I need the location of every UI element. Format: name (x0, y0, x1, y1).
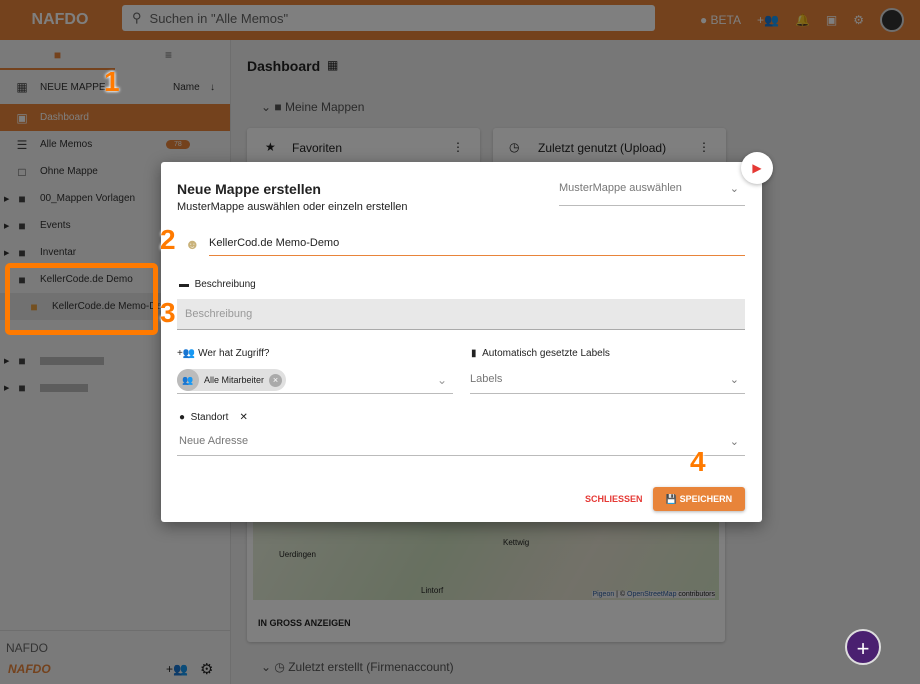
description-label: ▬ Beschreibung (179, 279, 256, 290)
location-label: ● Standort ✕ (179, 412, 248, 423)
access-label: +👥 Wer hat Zugriff? (177, 348, 270, 359)
location-pin-icon: ● (179, 412, 186, 423)
annotation-4: 4 (690, 446, 706, 477)
emoji-icon[interactable]: ☻ (185, 236, 200, 252)
group-icon: 👥 (177, 369, 199, 391)
chevron-down-icon: ⌄ (729, 183, 739, 195)
highlight-box (5, 263, 158, 335)
access-chip: 👥 Alle Mitarbeiter × (177, 369, 287, 391)
save-button[interactable]: 💾 SPEICHERN (653, 487, 745, 511)
access-select[interactable]: 👥 Alle Mitarbeiter × ⌄ (177, 369, 453, 394)
chevron-down-icon: ⌄ (436, 373, 447, 387)
video-play-button[interactable]: ▶ (741, 152, 773, 184)
labels-select[interactable]: Labels ⌄ (470, 373, 745, 394)
description-input[interactable]: Beschreibung (177, 299, 745, 330)
annotation-1: 1 (104, 66, 120, 97)
dialog-title: Neue Mappe erstellen (177, 181, 321, 197)
folder-name-input[interactable]: KellerCod.de Memo-Demo (209, 237, 745, 256)
labels-label: ▮ Automatisch gesetzte Labels (471, 348, 610, 359)
close-button[interactable]: SCHLIESSEN (585, 494, 643, 504)
notes-icon: ▬ (179, 279, 189, 290)
dialog-subtitle: MusterMappe auswählen oder einzeln erste… (177, 201, 408, 213)
remove-location-icon[interactable]: ✕ (240, 412, 248, 423)
annotation-3: 3 (160, 297, 176, 328)
template-select[interactable]: MusterMappe auswählen ⌄ (559, 182, 745, 206)
add-fab-button[interactable]: + (845, 629, 881, 665)
new-folder-dialog: Neue Mappe erstellen MusterMappe auswähl… (161, 152, 773, 522)
label-icon: ▮ (471, 348, 477, 359)
chevron-down-icon: ⌄ (729, 374, 739, 386)
chevron-down-icon: ⌄ (729, 436, 739, 448)
save-icon: 💾 (665, 494, 678, 504)
address-input[interactable]: Neue Adresse ⌄ (177, 435, 745, 456)
annotation-2: 2 (160, 224, 176, 255)
chip-remove-icon[interactable]: × (269, 373, 283, 387)
add-group-icon: +👥 (177, 348, 196, 359)
